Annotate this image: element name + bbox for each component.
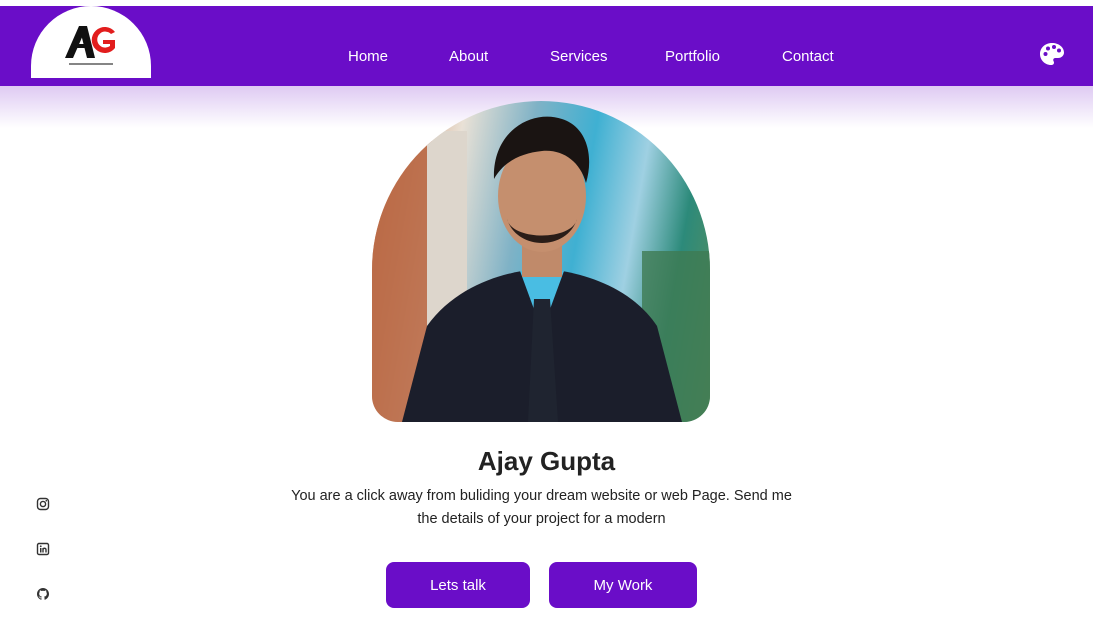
linkedin-icon[interactable] [36,542,50,556]
lets-talk-button[interactable]: Lets talk [386,562,530,608]
github-icon[interactable] [36,587,50,601]
my-work-button[interactable]: My Work [549,562,697,608]
hero-bio-line2: the details of your project for a modern [417,511,666,527]
nav-about[interactable]: About [449,48,488,65]
main-nav: Home About Services Portfolio Contact [0,6,1093,86]
profile-photo [372,101,710,422]
hero-bio-line1: You are a click away from buliding your … [291,488,792,504]
hero-bio: You are a click away from buliding your … [250,485,833,531]
nav-services[interactable]: Services [550,48,608,65]
nav-home[interactable]: Home [348,48,388,65]
palette-icon[interactable] [1039,42,1065,66]
nav-portfolio[interactable]: Portfolio [665,48,720,65]
hero-name: Ajay Gupta [477,446,616,476]
instagram-icon[interactable] [36,497,50,511]
nav-contact[interactable]: Contact [782,48,834,65]
person-illustration [372,116,710,422]
